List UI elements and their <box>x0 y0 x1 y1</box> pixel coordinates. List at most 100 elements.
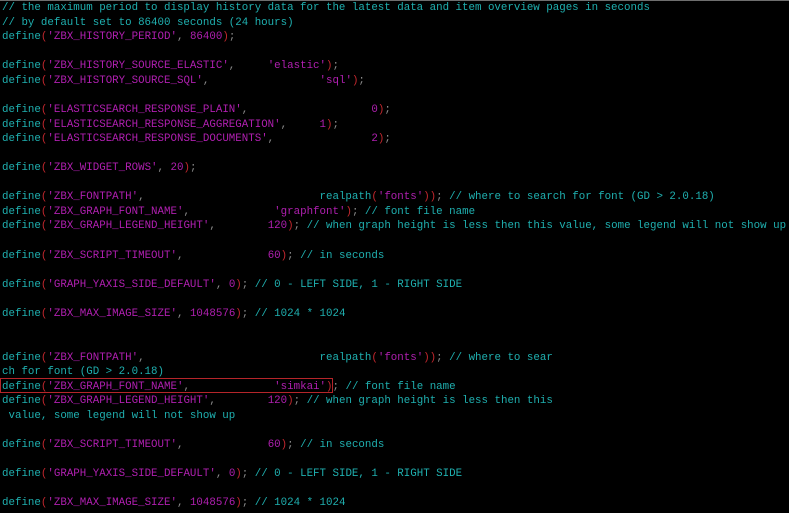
code-line: define('ZBX_SCRIPT_TIMEOUT', 60); // in … <box>2 438 786 453</box>
punctuation-token: ; <box>332 60 339 73</box>
punctuation-token: , <box>176 31 190 44</box>
code-line: define('ZBX_HISTORY_SOURCE_ELASTIC', 'el… <box>2 59 786 74</box>
punctuation-token: ; <box>189 162 197 175</box>
punctuation-token: ; <box>358 74 365 87</box>
punctuation-token: , <box>241 103 372 116</box>
string-token: 'ZBX_FONTPATH' <box>47 351 139 364</box>
code-line-highlighted: define('ZBX_GRAPH_FONT_NAME', 'simkai');… <box>2 380 786 395</box>
code-line: define('ZBX_GRAPH_FONT_NAME', 'graphfont… <box>2 205 786 220</box>
code-line: define('GRAPH_YAXIS_SIDE_DEFAULT', 0); /… <box>2 467 786 482</box>
comment-token: // 1024 * 1024 <box>248 497 346 510</box>
punctuation-token: , <box>228 60 268 73</box>
string-token: 'simkai' <box>274 380 327 393</box>
string-token: 'ZBX_GRAPH_FONT_NAME' <box>47 205 184 218</box>
string-token: 'ZBX_GRAPH_LEGEND_HEIGHT' <box>47 395 210 408</box>
paren-token: )) <box>423 351 437 364</box>
code-line: define('ZBX_WIDGET_ROWS', 20); <box>2 161 786 176</box>
keyword-token: define <box>2 395 41 408</box>
string-token: 'ELASTICSEARCH_RESPONSE_DOCUMENTS' <box>47 133 268 146</box>
comment-token: // when graph height is less then this <box>300 395 553 408</box>
keyword-token: define <box>2 118 41 131</box>
keyword-token: define <box>2 205 41 218</box>
string-token: 'ZBX_WIDGET_ROWS' <box>47 162 158 175</box>
string-token: 'ZBX_GRAPH_LEGEND_HEIGHT' <box>47 220 210 233</box>
keyword-token: define <box>2 438 41 451</box>
punctuation-token: , <box>215 278 229 291</box>
keyword-token: define <box>2 220 41 233</box>
punctuation-token: ; <box>384 133 391 146</box>
punctuation-token: , <box>209 220 268 233</box>
comment-token: // in seconds <box>293 249 385 262</box>
punctuation-token: , <box>202 74 320 87</box>
code-line: define('ZBX_SCRIPT_TIMEOUT', 60); // in … <box>2 249 786 264</box>
keyword-token: define <box>2 162 41 175</box>
string-token: 'ZBX_FONTPATH' <box>47 191 139 204</box>
string-token: 'GRAPH_YAXIS_SIDE_DEFAULT' <box>47 468 216 480</box>
keyword-token: define <box>2 60 41 73</box>
string-token: 'ZBX_HISTORY_SOURCE_ELASTIC' <box>47 60 229 73</box>
paren-token: )) <box>423 191 437 204</box>
comment-token: // 1024 * 1024 <box>248 307 346 320</box>
code-line: // the maximum period to display history… <box>2 1 786 16</box>
code-line: value, some legend will not show up <box>2 409 786 424</box>
string-token: 120 <box>267 220 288 233</box>
punctuation-token: , <box>183 205 275 218</box>
string-token: 'fonts' <box>377 191 424 204</box>
comment-token: // by default set to 86400 seconds (24 h… <box>2 16 294 29</box>
string-token: 86400 <box>189 31 223 44</box>
comment-token: // 0 - LEFT SIDE, 1 - RIGHT SIDE <box>248 278 463 291</box>
punctuation-token: , <box>267 133 372 146</box>
punctuation-token: , <box>176 497 190 510</box>
code-line: define('ZBX_FONTPATH', realpath('fonts')… <box>2 351 786 366</box>
comment-token: // the maximum period to display history… <box>2 2 650 14</box>
string-token: 'ELASTICSEARCH_RESPONSE_PLAIN' <box>47 103 242 116</box>
keyword-token: define <box>2 249 41 262</box>
code-line: define('ZBX_FONTPATH', realpath('fonts')… <box>2 190 786 205</box>
punctuation-token: , <box>138 191 320 204</box>
comment-token: ch for font (GD > 2.0.18) <box>2 366 164 379</box>
keyword-token: define <box>2 31 41 44</box>
keyword-token: define <box>2 278 41 291</box>
string-token: 1048576 <box>189 497 236 510</box>
string-token: 'ZBX_SCRIPT_TIMEOUT' <box>47 249 177 262</box>
code-line: define('ZBX_HISTORY_SOURCE_SQL', 'sql'); <box>2 74 786 89</box>
code-line: // by default set to 86400 seconds (24 h… <box>2 16 786 31</box>
comment-token: // 0 - LEFT SIDE, 1 - RIGHT SIDE <box>248 468 463 480</box>
comment-token: value, some legend will not show up <box>2 409 236 422</box>
keyword-token: realpath <box>319 191 372 204</box>
punctuation-token: , <box>176 438 268 451</box>
code-line: define('GRAPH_YAXIS_SIDE_DEFAULT', 0); /… <box>2 278 786 293</box>
string-token: 'ZBX_GRAPH_FONT_NAME' <box>47 380 184 393</box>
punctuation-token: , <box>157 162 171 175</box>
keyword-token: define <box>2 74 41 87</box>
string-token: 'ZBX_HISTORY_SOURCE_SQL' <box>47 74 203 87</box>
comment-token: // in seconds <box>293 438 385 451</box>
punctuation-token: , <box>176 249 268 262</box>
punctuation-token: , <box>138 351 320 364</box>
string-token: 'fonts' <box>377 351 424 364</box>
punctuation-token: , <box>215 468 229 480</box>
punctuation-token: , <box>176 307 190 320</box>
punctuation-token: ; <box>332 118 339 131</box>
keyword-token: define <box>2 468 41 480</box>
string-token: 'graphfont' <box>274 205 346 218</box>
string-token: 'ELASTICSEARCH_RESPONSE_AGGREGATION' <box>47 118 281 131</box>
keyword-token: define <box>2 351 41 364</box>
code-text-area[interactable]: // the maximum period to display history… <box>2 1 786 511</box>
keyword-token: define <box>2 497 41 510</box>
string-token: 'elastic' <box>267 60 327 73</box>
terminal-window[interactable]: // the maximum period to display history… <box>0 0 789 513</box>
string-token: 'ZBX_SCRIPT_TIMEOUT' <box>47 438 177 451</box>
code-line: define('ZBX_GRAPH_LEGEND_HEIGHT', 120); … <box>2 219 786 234</box>
punctuation-token: ; <box>228 31 236 44</box>
